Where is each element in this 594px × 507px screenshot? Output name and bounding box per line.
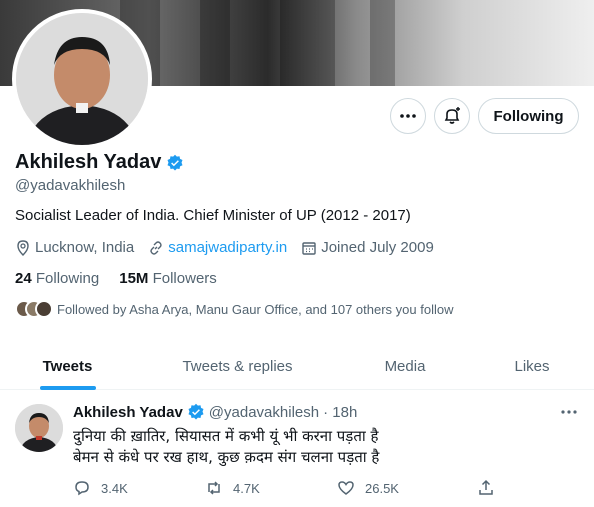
following-label: Following bbox=[35, 270, 100, 287]
tab-tweets-replies[interactable]: Tweets & replies bbox=[135, 343, 340, 390]
profile-handle: @yadavakhilesh bbox=[15, 177, 126, 194]
share-icon bbox=[479, 479, 493, 495]
tweet-author-handle[interactable]: @yadavakhilesh bbox=[209, 404, 319, 421]
tab-media[interactable]: Media bbox=[340, 343, 470, 390]
location-item: Lucknow, India bbox=[15, 239, 134, 256]
profile-name-text: Akhilesh Yadav bbox=[15, 151, 162, 173]
calendar-icon bbox=[302, 241, 316, 255]
heart-icon bbox=[338, 481, 354, 495]
followers-label: Followers bbox=[152, 270, 217, 287]
active-tab-indicator bbox=[39, 386, 96, 390]
tab-label: Tweets & replies bbox=[182, 358, 293, 375]
like-button[interactable]: 26.5K bbox=[337, 479, 469, 497]
reply-button[interactable]: 3.4K bbox=[73, 479, 205, 497]
joined-text: Joined July 2009 bbox=[321, 239, 434, 256]
website-link[interactable]: samajwadiparty.in bbox=[168, 239, 287, 256]
retweet-button[interactable]: 4.7K bbox=[205, 479, 337, 497]
tweet-timestamp[interactable]: · 18h bbox=[323, 404, 357, 421]
location-pin-icon bbox=[17, 239, 29, 256]
more-icon bbox=[400, 114, 416, 118]
followers-count: 15M bbox=[119, 270, 149, 287]
followed-by-text: Followed by Asha Arya, Manu Gaur Office,… bbox=[57, 301, 454, 317]
more-options-button[interactable] bbox=[390, 98, 426, 134]
followers-count-link[interactable]: 15M Followers bbox=[119, 270, 217, 287]
retweet-icon bbox=[208, 481, 220, 495]
location-text: Lucknow, India bbox=[35, 239, 135, 256]
profile-meta: Lucknow, India samajwadiparty.in Joined … bbox=[15, 239, 448, 256]
tweet-text: दुनिया की ख़ातिर, सियासत में कभी यूं भी … bbox=[73, 426, 379, 468]
following-button[interactable]: Following bbox=[478, 98, 579, 134]
tweet-author-name[interactable]: Akhilesh Yadav bbox=[73, 404, 183, 421]
follower-avatars bbox=[15, 300, 53, 318]
website-item[interactable]: samajwadiparty.in bbox=[148, 239, 287, 256]
avatar bbox=[35, 300, 53, 318]
reply-count: 3.4K bbox=[101, 480, 128, 496]
verified-badge-icon bbox=[188, 403, 204, 420]
like-count: 26.5K bbox=[365, 480, 399, 496]
verified-badge-icon bbox=[167, 154, 183, 170]
profile-avatar[interactable] bbox=[12, 9, 152, 149]
tweet-actions: 3.4K 4.7K 26.5K bbox=[73, 479, 503, 497]
tab-label: Tweets bbox=[42, 358, 93, 375]
tab-label: Likes bbox=[514, 358, 550, 375]
tweet-text-line: बेमन से कंधे पर रख हाथ, कुछ क़दम संग चलन… bbox=[73, 448, 380, 466]
notifications-button[interactable] bbox=[434, 98, 470, 134]
following-count-link[interactable]: 24 Following bbox=[15, 270, 99, 287]
tweet-text-line: दुनिया की ख़ातिर, सियासत में कभी यूं भी … bbox=[73, 427, 379, 445]
tweet-header: Akhilesh Yadav @yadavakhilesh · 18h bbox=[73, 403, 357, 421]
retweet-count: 4.7K bbox=[233, 480, 260, 496]
tab-likes[interactable]: Likes bbox=[470, 343, 594, 390]
tab-label: Media bbox=[384, 358, 426, 375]
more-icon bbox=[561, 410, 577, 414]
profile-name: Akhilesh Yadav bbox=[15, 151, 184, 174]
following-count: 24 bbox=[15, 270, 32, 287]
tweet[interactable]: Akhilesh Yadav @yadavakhilesh · 18h दुनि… bbox=[0, 391, 594, 507]
profile-tabs: Tweets Tweets & replies Media Likes bbox=[0, 343, 594, 390]
tweet-more-button[interactable] bbox=[560, 403, 578, 426]
followed-by-row[interactable]: Followed by Asha Arya, Manu Gaur Office,… bbox=[15, 300, 453, 318]
tab-tweets[interactable]: Tweets bbox=[0, 343, 135, 390]
joined-item: Joined July 2009 bbox=[301, 239, 434, 256]
follow-counts: 24 Following 15M Followers bbox=[15, 270, 217, 287]
tweet-avatar[interactable] bbox=[15, 404, 63, 452]
reply-icon bbox=[75, 481, 89, 496]
profile-bio: Socialist Leader of India. Chief Ministe… bbox=[15, 207, 411, 224]
share-button[interactable] bbox=[477, 479, 495, 497]
bell-plus-icon bbox=[444, 107, 460, 124]
link-icon bbox=[150, 240, 162, 255]
